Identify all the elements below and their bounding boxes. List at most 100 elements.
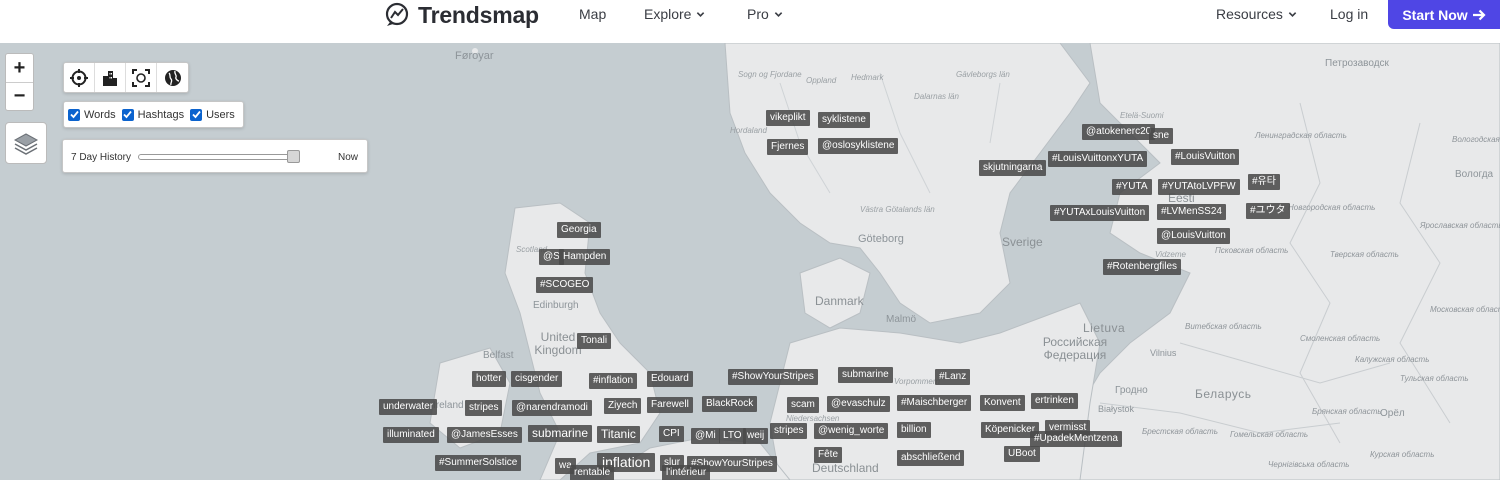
trend-tag[interactable]: #UpadekMentzena	[1030, 431, 1122, 447]
trend-tag[interactable]: l'intérieur	[662, 465, 711, 480]
trend-tag[interactable]: abschließend	[897, 450, 965, 466]
trend-tag[interactable]: ertrinken	[1031, 393, 1078, 409]
place-label: Витебская область	[1185, 322, 1262, 331]
history-now-label: Now	[337, 152, 358, 163]
trend-tag[interactable]: rentable	[570, 465, 615, 480]
trend-tag[interactable]: #Rotenbergfiles	[1103, 259, 1182, 275]
trend-tag[interactable]: Tonali	[577, 333, 612, 349]
trend-tag[interactable]: @wenig_worte	[814, 423, 889, 439]
trendsmap-logo-icon	[385, 2, 409, 26]
filter-words[interactable]: Words	[68, 108, 116, 121]
trend-tag[interactable]: syklistene	[818, 112, 870, 128]
trend-tag[interactable]: Ziyech	[604, 398, 642, 414]
trend-tag[interactable]: #SCOGEO	[536, 277, 594, 293]
trend-tag[interactable]: Konvent	[980, 395, 1025, 411]
nav-map-label: Map	[579, 6, 607, 22]
users-checkbox[interactable]	[190, 108, 203, 121]
trend-tag[interactable]: #유타	[1248, 174, 1280, 190]
trend-tag[interactable]: LTO	[719, 428, 746, 444]
city-button[interactable]	[95, 63, 126, 92]
history-slider-track[interactable]	[138, 154, 298, 160]
trend-tag[interactable]: #Lanz	[935, 369, 971, 385]
trend-tag[interactable]: @Mi	[691, 428, 720, 444]
users-label: Users	[206, 108, 235, 121]
trend-tag[interactable]: #LouisVuittonxYUTA	[1048, 151, 1148, 167]
fit-region-button[interactable]	[126, 63, 157, 92]
trend-tag[interactable]: Fjernes	[767, 139, 809, 155]
trend-tag[interactable]: #ShowYourStripes	[728, 369, 818, 385]
history-slider-handle[interactable]	[287, 150, 300, 163]
login-label: Log in	[1330, 6, 1369, 22]
trend-tag[interactable]: #LVMenSS24	[1157, 204, 1226, 220]
trend-tag[interactable]: @narendramodi	[512, 400, 592, 416]
nav-map[interactable]: Map	[579, 6, 606, 22]
trend-tag[interactable]: cisgender	[511, 371, 563, 387]
trend-tag[interactable]: billion	[897, 422, 931, 438]
place-label: Ярославская область	[1420, 221, 1500, 230]
trend-tag[interactable]: Edouard	[647, 371, 693, 387]
trend-tag[interactable]: skjutningarna	[979, 160, 1047, 176]
trend-tag[interactable]: vikeplikt	[766, 110, 810, 126]
trend-tag[interactable]: @JamesEsses	[447, 427, 522, 443]
layers-button[interactable]	[5, 122, 47, 164]
place-label: Ireland	[433, 400, 464, 411]
place-label: Московская область	[1430, 305, 1500, 314]
trend-tag[interactable]: #SummerSolstice	[435, 455, 522, 471]
nav-pro[interactable]: Pro	[747, 6, 783, 22]
trend-tag[interactable]: submarine	[838, 367, 893, 383]
brand-logo[interactable]: Trendsmap	[384, 1, 539, 29]
words-checkbox[interactable]	[68, 108, 80, 121]
place-label: Брестская область	[1142, 427, 1218, 436]
place-label: Oppland	[806, 76, 837, 85]
trend-tag[interactable]: illuminated	[383, 427, 439, 443]
checkmark-icon	[69, 110, 79, 119]
hashtags-checkbox[interactable]	[121, 108, 134, 121]
globe-icon	[164, 69, 181, 86]
trend-tag[interactable]: CPI	[659, 426, 684, 442]
trend-tag[interactable]: Titanic	[597, 426, 640, 443]
trend-tag[interactable]: @atokenerc20	[1082, 124, 1156, 140]
trend-tag[interactable]: stripes	[465, 400, 503, 416]
login-link[interactable]: Log in	[1330, 6, 1368, 22]
trend-tag[interactable]: #Maischberger	[897, 395, 972, 411]
trend-tag[interactable]: #YUTAtoLVPFW	[1158, 179, 1240, 195]
trend-tag[interactable]: hotter	[472, 371, 506, 387]
trend-tag[interactable]: #ユウタ	[1246, 203, 1290, 219]
zoom-in-button[interactable]: +	[6, 54, 33, 82]
trend-tag[interactable]: submarine	[528, 425, 593, 442]
trend-tag[interactable]: #LouisVuitton	[1171, 149, 1240, 165]
trend-tag[interactable]: @LouisVuitton	[1157, 228, 1230, 244]
global-view-button[interactable]	[157, 63, 188, 92]
place-label: Российская Федерация	[1042, 335, 1108, 362]
place-label: Deutschland	[812, 461, 879, 475]
trend-tag[interactable]: #inflation	[589, 373, 638, 389]
trend-tag[interactable]: UBoot	[1004, 446, 1040, 462]
place-label: Курская область	[1370, 450, 1435, 459]
trend-tag[interactable]: #YUTAxLouisVuitton	[1050, 205, 1150, 221]
trend-tag[interactable]: BlackRock	[702, 396, 758, 412]
trend-tag[interactable]: weij	[743, 428, 769, 444]
trend-tag[interactable]: underwater	[379, 399, 438, 415]
trend-tag[interactable]: sne	[1149, 128, 1174, 144]
place-label: Вологда	[1455, 169, 1494, 180]
nav-explore[interactable]: Explore	[644, 6, 705, 22]
trend-tag[interactable]: @evaschulz	[827, 396, 890, 412]
filter-hashtags[interactable]: Hashtags	[121, 108, 184, 121]
trend-tag[interactable]: #YUTA	[1112, 179, 1152, 195]
trend-tag[interactable]: scam	[787, 397, 819, 413]
trend-tag[interactable]: stripes	[770, 423, 808, 439]
arrow-right-icon	[1472, 9, 1486, 20]
place-label: Смоленская область	[1300, 334, 1381, 343]
filter-users[interactable]: Users	[190, 108, 235, 121]
zoom-out-button[interactable]: −	[6, 82, 33, 110]
trend-tag[interactable]: Fête	[814, 447, 843, 463]
trend-tag[interactable]: Farewell	[647, 397, 693, 413]
locate-button[interactable]	[64, 63, 95, 92]
trend-tag[interactable]: Hampden	[559, 249, 611, 265]
nav-resources[interactable]: Resources	[1216, 6, 1297, 22]
history-label: 7 Day History	[71, 152, 132, 163]
trend-tag[interactable]: Georgia	[557, 222, 601, 238]
trend-tag[interactable]: @oslosyklistene	[818, 138, 899, 154]
checkmark-icon	[123, 110, 132, 119]
start-now-button[interactable]: Start Now	[1388, 0, 1500, 29]
